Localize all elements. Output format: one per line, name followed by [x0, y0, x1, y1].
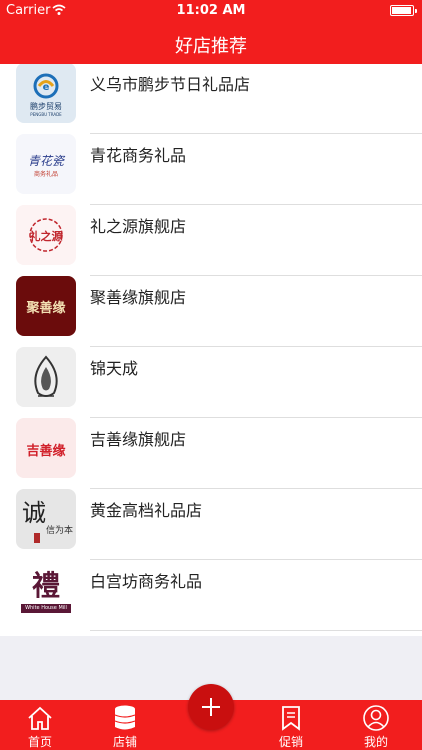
logo-subcaption: PENGBU TRADE [30, 112, 62, 117]
store-name: 白宫坊商务礼品 [90, 572, 203, 591]
logo-caption: 诚 [22, 499, 46, 527]
cheng-calligraphy-logo: 诚 信为本 [16, 489, 76, 549]
logo-caption: 青花瓷 [27, 154, 64, 168]
store-row[interactable]: 锦天成 [0, 347, 422, 418]
store-database-icon [114, 705, 136, 730]
store-name: 青花商务礼品 [90, 146, 187, 165]
tab-label: 店铺 [112, 735, 137, 749]
tab-promotions[interactable]: 促销 [251, 700, 331, 750]
store-name: 锦天成 [90, 359, 139, 378]
promo-bookmark-icon [282, 706, 300, 731]
logo-subcaption: 商务礼品 [33, 171, 58, 178]
store-row[interactable]: 吉善缘 吉善缘旗舰店 [0, 418, 422, 489]
store-name: 黄金高档礼品店 [90, 501, 203, 520]
tab-home[interactable]: 首页 [0, 700, 80, 750]
jishanyuan-logo: 吉善缘 [16, 418, 76, 478]
logo-caption: 聚善缘 [26, 301, 66, 316]
tab-stores[interactable]: 店铺 [85, 700, 165, 750]
logo-subcaption: 信为本 [46, 526, 74, 536]
add-button[interactable] [188, 684, 234, 730]
store-name: 吉善缘旗舰店 [90, 430, 187, 449]
store-row[interactable]: 诚 信为本 黄金高档礼品店 [0, 489, 422, 560]
status-bar: Carrier 11:02 AM [0, 0, 422, 22]
home-icon [28, 706, 52, 730]
tab-label: 促销 [278, 735, 303, 749]
page-title: 好店推荐 [175, 36, 247, 57]
user-profile-icon [363, 705, 389, 731]
lizhiyuan-logo: 礼之源 [16, 205, 76, 265]
svg-text:e: e [43, 82, 50, 93]
store-name: 礼之源旗舰店 [90, 217, 187, 236]
store-row[interactable]: 青花瓷 商务礼品 青花商务礼品 [0, 134, 422, 205]
white-house-mill-logo: 禮 White House Mill [16, 560, 76, 620]
jintiancheng-logo [16, 347, 76, 407]
seal-mark [34, 533, 40, 543]
qinghua-logo: 青花瓷 商务礼品 [16, 134, 76, 194]
logo-caption: 禮 [31, 569, 60, 602]
logo-subcaption: White House Mill [21, 604, 71, 613]
jushanyuan-logo: 聚善缘 [16, 276, 76, 336]
battery-icon [390, 5, 417, 16]
row-divider [90, 630, 422, 631]
nav-bar: 好店推荐 [0, 22, 422, 64]
store-name: 义乌市鹏步节日礼品店 [90, 75, 251, 94]
status-time: 11:02 AM [176, 3, 246, 18]
logo-caption: 吉善缘 [26, 444, 66, 459]
logo-caption: 礼之源 [29, 230, 63, 243]
store-row[interactable]: 禮 White House Mill 白宫坊商务礼品 [0, 560, 422, 631]
store-list[interactable]: e 鹏步贸易 PENGBU TRADE 义乌市鹏步节日礼品店 青花瓷 商务礼品 … [0, 64, 422, 636]
store-row[interactable]: 聚善缘 聚善缘旗舰店 [0, 276, 422, 347]
store-name: 聚善缘旗舰店 [90, 288, 187, 307]
plus-icon-stroke [210, 698, 212, 716]
store-row[interactable]: 礼之源 礼之源旗舰店 [0, 205, 422, 276]
tab-profile[interactable]: 我的 [336, 700, 416, 750]
pengbu-trade-logo: e 鹏步贸易 PENGBU TRADE [16, 64, 76, 123]
logo-caption: 鹏步贸易 [30, 102, 62, 111]
tab-label: 首页 [27, 735, 52, 749]
store-row[interactable]: e 鹏步贸易 PENGBU TRADE 义乌市鹏步节日礼品店 [0, 64, 422, 134]
tab-label: 我的 [363, 735, 388, 749]
